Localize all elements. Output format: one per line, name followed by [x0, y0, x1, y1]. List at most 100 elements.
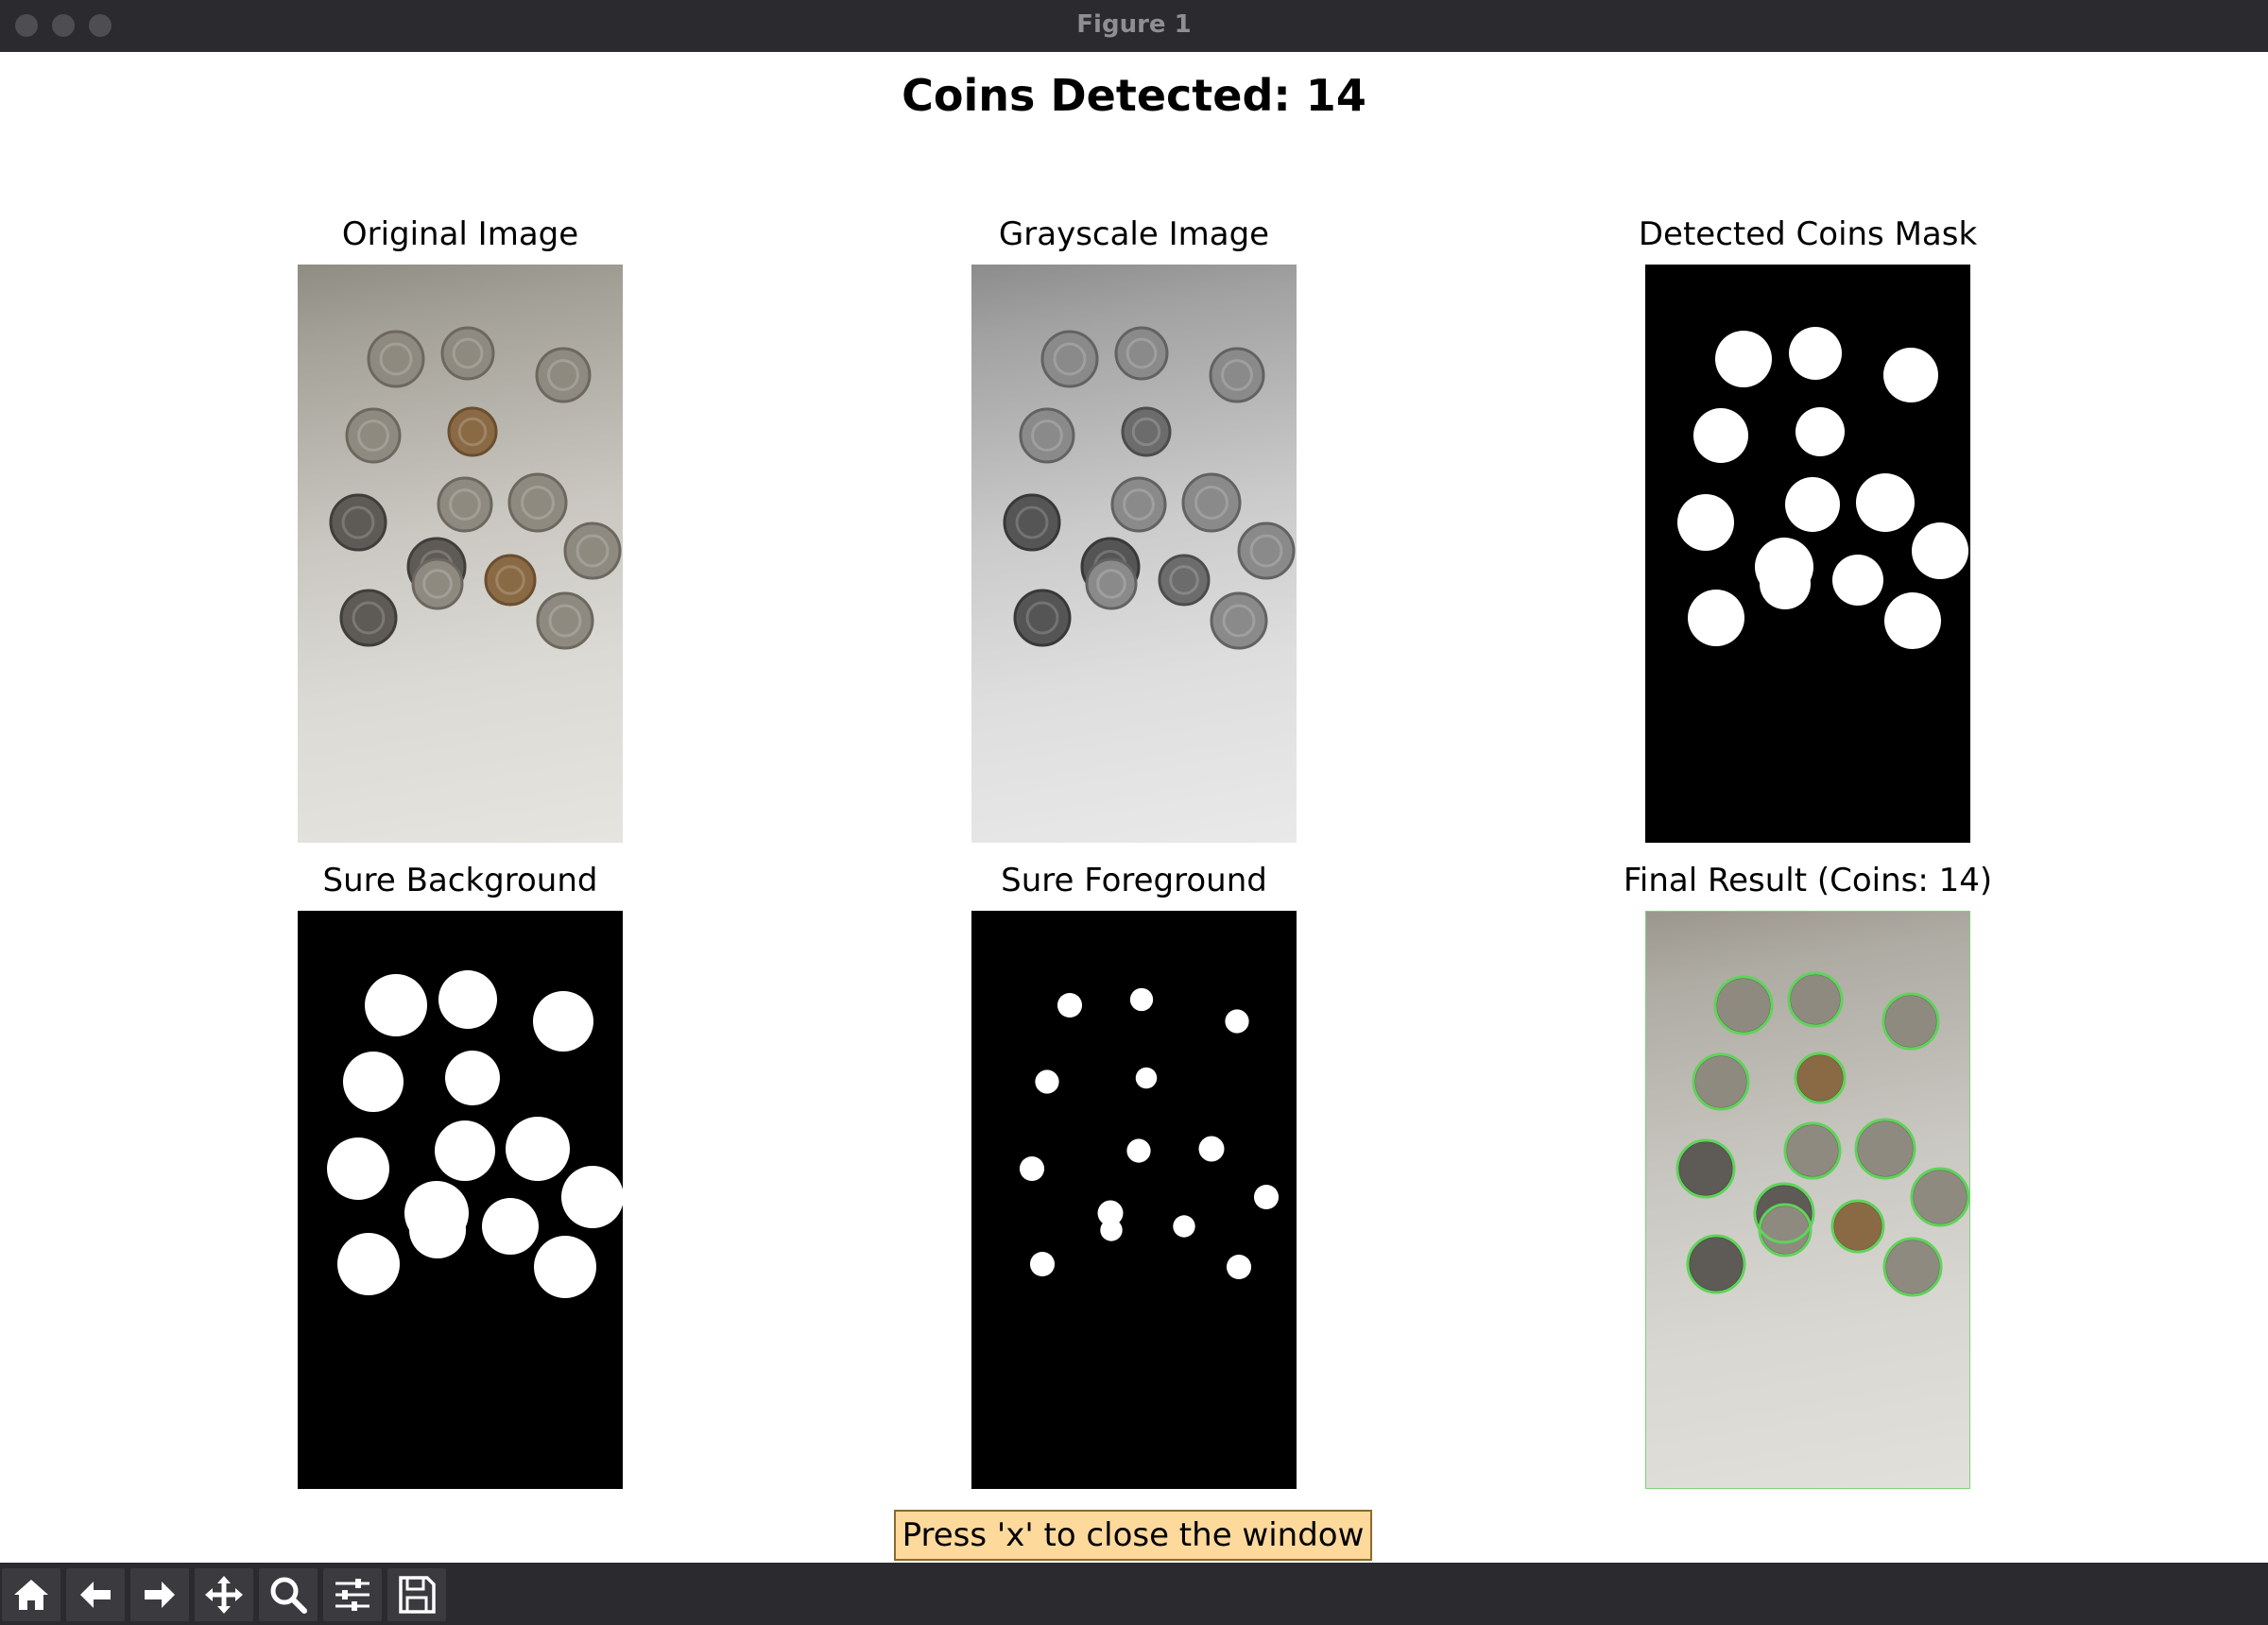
- foreground-blob: [1173, 1215, 1195, 1238]
- final-result-coins: [1675, 971, 1970, 1297]
- foreground-blob: [1126, 1138, 1151, 1163]
- foreground-blob: [1226, 1254, 1252, 1280]
- mask-blob: [1785, 477, 1840, 532]
- foreground-blob: [1035, 1069, 1059, 1094]
- coin: [1110, 476, 1167, 533]
- coin: [1003, 493, 1061, 552]
- foreground-blob: [1019, 1155, 1045, 1182]
- mask-blob: [1856, 473, 1915, 532]
- coin: [440, 326, 495, 381]
- panel-title-sure-foreground: Sure Foreground: [1001, 862, 1267, 899]
- coin: [329, 493, 387, 552]
- mask-blob: [1693, 408, 1748, 463]
- coin: [536, 591, 594, 650]
- mask-blob: [1688, 590, 1744, 646]
- sure-background-image: [298, 911, 623, 1489]
- background-blob: [533, 991, 593, 1052]
- grayscale-coins: [1003, 326, 1296, 650]
- mask-blob: [1832, 555, 1883, 606]
- coin: [437, 476, 493, 533]
- background-blob: [482, 1198, 539, 1255]
- sure-foreground-blobs: [1019, 987, 1280, 1280]
- mask-blob: [1883, 348, 1938, 402]
- back-button[interactable]: [66, 1568, 125, 1621]
- background-blob: [561, 1166, 623, 1228]
- background-blob: [534, 1236, 596, 1298]
- home-button[interactable]: [2, 1568, 60, 1621]
- mask-blob: [1789, 327, 1842, 380]
- panel-title-sure-background: Sure Background: [322, 862, 598, 899]
- detected-coins-mask-image: [1645, 265, 1970, 843]
- original-image: [298, 265, 623, 843]
- configure-subplots-icon: [335, 1579, 369, 1611]
- final-result-image: [1645, 911, 1970, 1489]
- panel-title-grayscale: Grayscale Image: [998, 215, 1270, 253]
- save-button[interactable]: [387, 1568, 446, 1621]
- coin: [367, 330, 425, 388]
- mask-blob: [1715, 331, 1772, 387]
- panel-title-mask: Detected Coins Mask: [1638, 215, 1978, 253]
- coin: [411, 557, 464, 610]
- mask-blobs: [1677, 327, 1968, 649]
- foreground-blob: [1135, 1067, 1158, 1089]
- pan-button[interactable]: [195, 1568, 253, 1621]
- original-coins: [329, 326, 622, 650]
- configure-subplots-button[interactable]: [323, 1568, 382, 1621]
- background-blob: [365, 974, 427, 1036]
- coin: [507, 472, 568, 533]
- foreground-blob: [1225, 1009, 1249, 1034]
- zoom-button[interactable]: [259, 1568, 318, 1621]
- mask-blob: [1677, 494, 1734, 551]
- coin: [1040, 330, 1099, 388]
- home-icon: [14, 1580, 48, 1610]
- coin: [1181, 472, 1242, 533]
- coin: [484, 554, 537, 607]
- figure-suptitle: Coins Detected: 14: [902, 70, 1366, 121]
- coin: [1158, 554, 1211, 607]
- save-icon: [399, 1576, 436, 1614]
- background-blob: [438, 970, 497, 1029]
- coin: [563, 522, 622, 580]
- coin: [345, 407, 402, 464]
- pan-icon: [205, 1576, 243, 1614]
- window-titlebar: Figure 1: [0, 0, 2268, 52]
- background-blob: [445, 1051, 500, 1105]
- background-blob: [337, 1233, 400, 1295]
- mask-blob: [1884, 592, 1941, 649]
- forward-button[interactable]: [130, 1568, 189, 1621]
- background-blob: [327, 1138, 389, 1200]
- coin: [447, 406, 498, 457]
- coin: [1121, 406, 1172, 457]
- background-blob: [343, 1052, 404, 1112]
- forward-arrow-icon: [145, 1582, 175, 1608]
- panel-title-final-result: Final Result (Coins: 14): [1623, 862, 1993, 899]
- coin: [339, 589, 398, 647]
- navigation-toolbar: [0, 1563, 2268, 1625]
- coin: [535, 347, 592, 403]
- background-blob: [409, 1202, 466, 1258]
- foreground-blob: [1057, 992, 1083, 1018]
- sure-foreground-image: [971, 911, 1297, 1489]
- panel-title-original: Original Image: [341, 215, 579, 253]
- coin: [1210, 591, 1268, 650]
- foreground-blob: [1029, 1251, 1056, 1277]
- grayscale-image: [971, 265, 1297, 843]
- coin: [1209, 347, 1265, 403]
- background-blob: [435, 1120, 495, 1181]
- coin: [1013, 589, 1072, 647]
- mask-blob: [1796, 407, 1845, 456]
- coin: [1019, 407, 1075, 464]
- window-title: Figure 1: [1076, 10, 1192, 39]
- foreground-blob: [1253, 1184, 1280, 1210]
- coin: [1085, 557, 1138, 610]
- coin: [1114, 326, 1169, 381]
- sure-background-blobs: [327, 970, 623, 1298]
- background-blob: [506, 1117, 570, 1181]
- foreground-blob: [1198, 1136, 1225, 1162]
- back-arrow-icon: [80, 1582, 111, 1608]
- foreground-blob: [1100, 1219, 1123, 1241]
- foreground-blob: [1129, 987, 1154, 1012]
- mask-blob: [1760, 558, 1811, 609]
- mask-blob: [1912, 522, 1968, 579]
- zoom-icon: [270, 1577, 307, 1614]
